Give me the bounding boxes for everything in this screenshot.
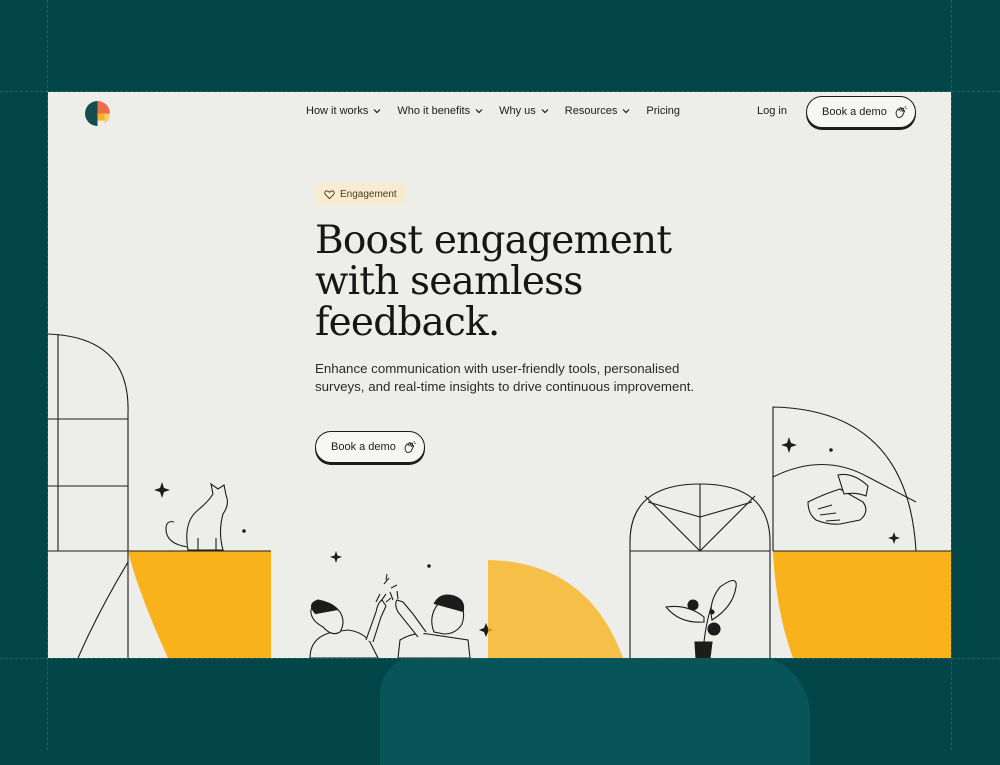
nav-item-how-it-works[interactable]: How it works (306, 105, 381, 117)
nav-item-label: Resources (564, 105, 618, 117)
hero-title-line-2: with seamless (315, 259, 583, 304)
cat-illustration (165, 482, 229, 551)
hero-subtitle: Enhance communication with user-friendly… (315, 361, 695, 394)
nav-item-label: Why us (499, 105, 536, 117)
chevron-down-icon (541, 109, 549, 114)
hero-title-line-1: Boost engagement (315, 218, 672, 263)
nav-item-label: Pricing (646, 105, 680, 117)
background-shape (380, 655, 810, 765)
hero-title-line-3: feedback. (315, 300, 500, 345)
people-high-five-illustration (309, 573, 471, 658)
hero-title: Boost engagement with seamless feedback. (315, 220, 735, 343)
book-demo-button-nav[interactable]: Book a demo (806, 96, 916, 128)
brand-logo[interactable] (85, 101, 110, 126)
category-tag: Engagement (315, 183, 406, 205)
book-demo-label: Book a demo (822, 106, 887, 118)
waving-hand-icon (895, 105, 907, 118)
book-demo-button-hero[interactable]: Book a demo (315, 431, 425, 463)
nav-item-resources[interactable]: Resources (565, 105, 631, 117)
chevron-down-icon (622, 109, 630, 114)
nav-item-why-us[interactable]: Why us (499, 105, 549, 117)
landing-page: How it works Who it benefits Why us Reso… (48, 92, 951, 658)
book-demo-label: Book a demo (331, 441, 396, 453)
chevron-down-icon (373, 109, 381, 114)
main-nav: How it works Who it benefits Why us Reso… (306, 105, 696, 117)
nav-item-pricing[interactable]: Pricing (646, 105, 680, 117)
heart-icon (324, 189, 335, 199)
nav-item-who-it-benefits[interactable]: Who it benefits (397, 105, 483, 117)
waving-hand-icon (404, 440, 416, 453)
nav-item-label: Who it benefits (397, 105, 471, 117)
login-link[interactable]: Log in (757, 105, 787, 117)
nav-item-label: How it works (306, 105, 369, 117)
chevron-down-icon (475, 109, 483, 114)
plant-illustration (664, 579, 737, 658)
tag-label: Engagement (340, 188, 397, 200)
handshake-illustration (807, 473, 869, 525)
